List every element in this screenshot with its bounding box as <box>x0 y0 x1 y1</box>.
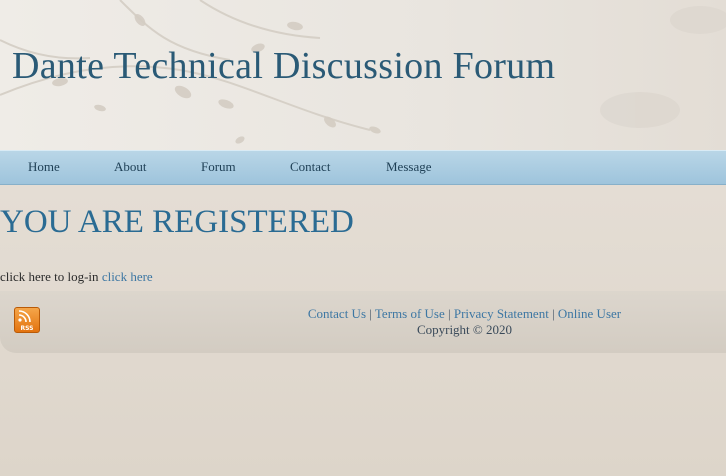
site-title: Dante Technical Discussion Forum <box>12 45 556 87</box>
footer-link-privacy-statement[interactable]: Privacy Statement <box>454 306 549 321</box>
main-navigation: Home About Forum Contact Message <box>0 150 726 185</box>
site-header: Dante Technical Discussion Forum <box>0 0 726 150</box>
login-prompt-row: click here to log-in click here <box>0 269 153 285</box>
login-link[interactable]: click here <box>102 269 153 284</box>
footer-separator: | <box>369 306 372 321</box>
nav-item-about[interactable]: About <box>114 151 147 184</box>
nav-item-home[interactable]: Home <box>28 151 60 184</box>
footer-links: Contact Us | Terms of Use | Privacy Stat… <box>292 306 637 338</box>
footer-link-online-user[interactable]: Online User <box>558 306 621 321</box>
nav-item-forum[interactable]: Forum <box>201 151 236 184</box>
copyright-text: Copyright © 2020 <box>416 322 513 337</box>
rss-label: RSS <box>21 325 34 332</box>
site-footer: RSS Contact Us | Terms of Use | Privacy … <box>0 291 726 353</box>
footer-link-contact-us[interactable]: Contact Us <box>308 306 366 321</box>
footer-separator: | <box>448 306 451 321</box>
nav-item-contact[interactable]: Contact <box>290 151 330 184</box>
page-title: YOU ARE REGISTERED <box>0 204 354 240</box>
login-prompt-text: click here to log-in <box>0 269 99 284</box>
footer-link-terms-of-use[interactable]: Terms of Use <box>375 306 445 321</box>
footer-separator: | <box>552 306 555 321</box>
nav-item-message[interactable]: Message <box>386 151 432 184</box>
rss-feed-icon[interactable]: RSS <box>14 307 40 333</box>
